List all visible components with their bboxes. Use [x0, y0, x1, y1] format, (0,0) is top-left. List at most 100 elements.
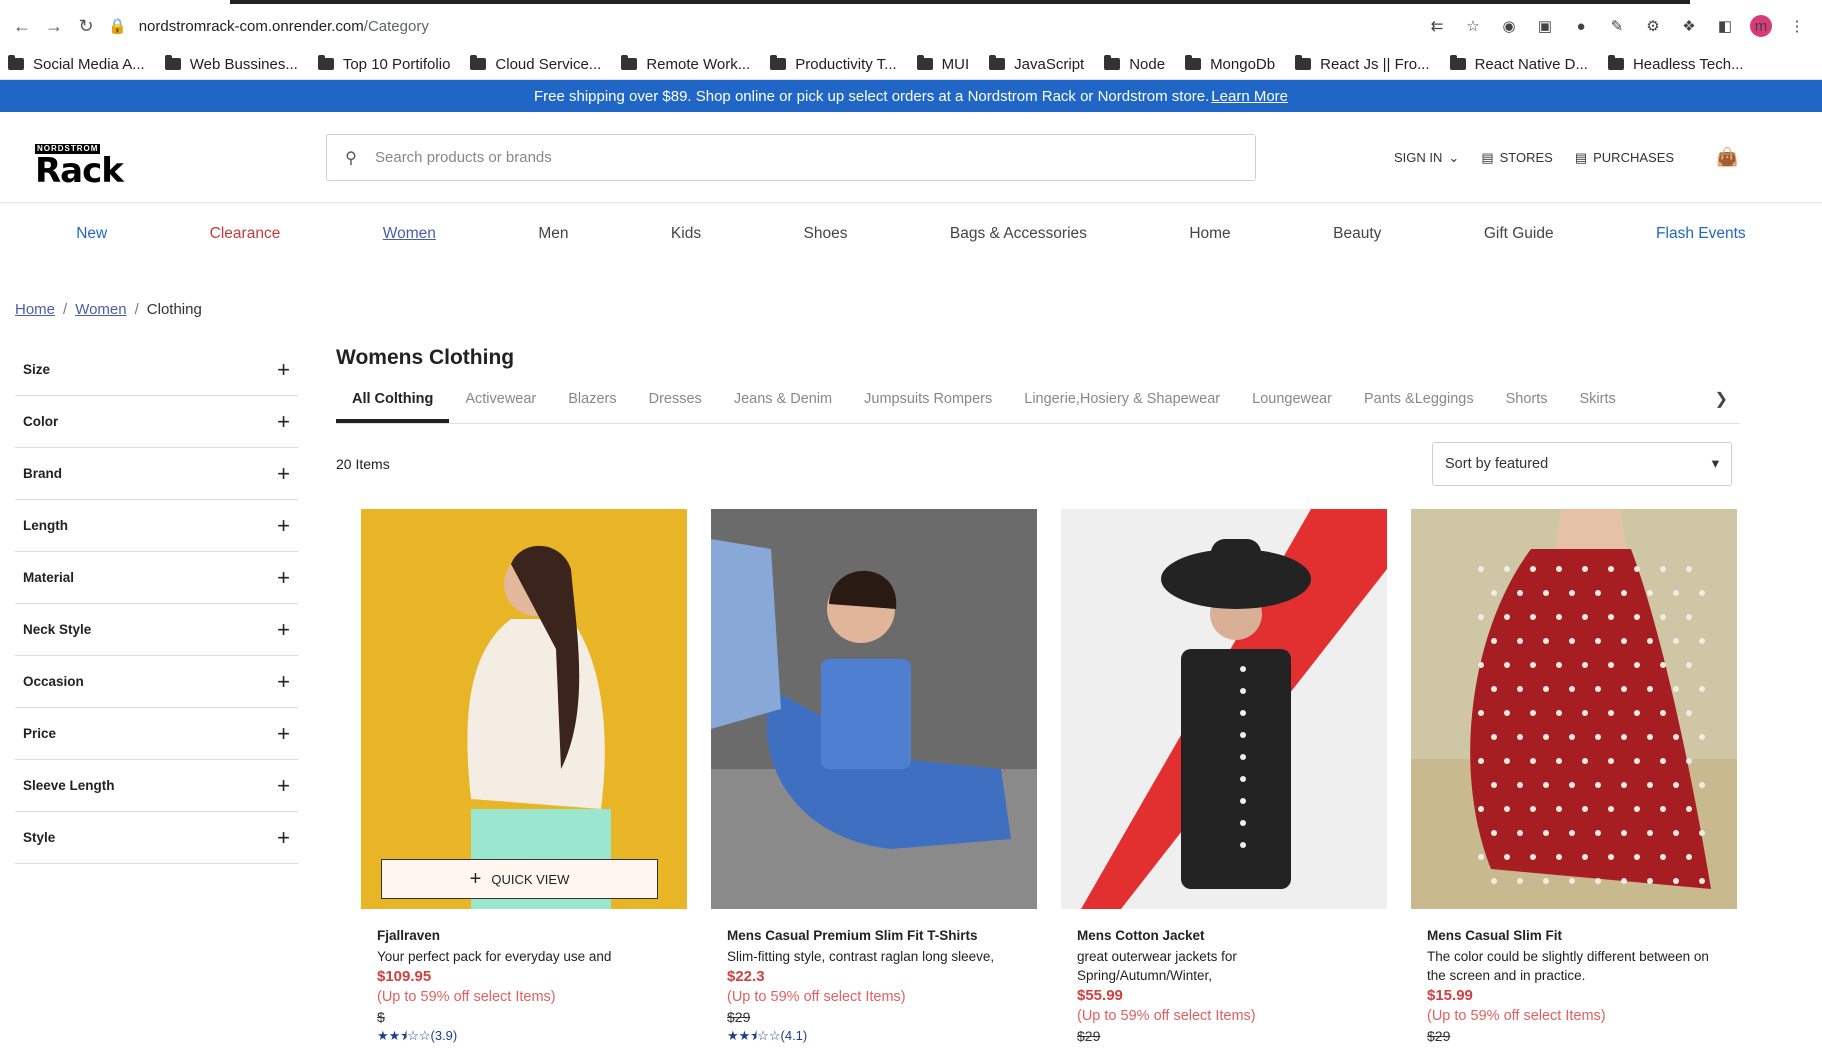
rack-logo[interactable]: NORDSTROM Rack	[35, 138, 147, 188]
back-icon[interactable]: ←	[6, 10, 38, 42]
plus-icon[interactable]: +	[277, 825, 290, 851]
quick-view-button[interactable]: + QUICK VIEW	[381, 859, 658, 899]
bookmark-item[interactable]: React Js || Fro...	[1295, 55, 1430, 73]
bookmark-item[interactable]: Top 10 Portifolio	[317, 55, 451, 73]
extension-icon[interactable]: ◉	[1498, 15, 1520, 37]
product-card[interactable]: Mens Cotton Jacket great outerwear jacket…	[1061, 509, 1387, 1049]
bookmark-label: Top 10 Portifolio	[342, 55, 451, 73]
product-photo[interactable]	[1411, 509, 1737, 909]
filter-color[interactable]: Color +	[15, 396, 298, 448]
avatar[interactable]: m	[1750, 15, 1772, 37]
product-photo[interactable]	[361, 509, 687, 909]
product-image[interactable]	[711, 509, 1037, 909]
tab-jumpsuits-rompers[interactable]: Jumpsuits Rompers	[848, 391, 1008, 423]
shopping-bag-icon[interactable]: 👜	[1716, 147, 1738, 168]
plus-icon[interactable]: +	[277, 617, 290, 643]
tab-pants-leggings[interactable]: Pants &Leggings	[1348, 391, 1490, 423]
bookmark-item[interactable]: Social Media A...	[8, 55, 145, 73]
filter-neck-style[interactable]: Neck Style +	[15, 604, 298, 656]
extension-icon[interactable]: ▣	[1534, 15, 1556, 37]
extension-icon[interactable]: ●	[1570, 15, 1592, 37]
filter-sidebar: Size + Color + Brand + Length + Material + Neck St…	[15, 344, 298, 864]
search-input[interactable]	[375, 135, 1255, 180]
bookmark-item[interactable]: MUI	[916, 55, 969, 73]
product-description: Your perfect pack for everyday use and	[377, 949, 612, 964]
product-image[interactable]: + QUICK VIEW	[361, 509, 687, 909]
plus-icon[interactable]: +	[277, 773, 290, 799]
bookmark-item[interactable]: Headless Tech...	[1607, 55, 1744, 73]
product-photo[interactable]	[711, 509, 1037, 909]
bookmark-item[interactable]: Cloud Service...	[470, 55, 601, 73]
plus-icon[interactable]: +	[277, 721, 290, 747]
nav-item-home[interactable]: Home	[1189, 225, 1230, 243]
filter-brand[interactable]: Brand +	[15, 448, 298, 500]
nav-item-women[interactable]: Women	[383, 225, 436, 243]
search-icon[interactable]: ⚲	[327, 148, 375, 168]
filter-price[interactable]: Price +	[15, 708, 298, 760]
bookmark-item[interactable]: Productivity T...	[770, 55, 897, 73]
plus-icon[interactable]: +	[277, 513, 290, 539]
nav-item-beauty[interactable]: Beauty	[1333, 225, 1381, 243]
tab-jeans-denim[interactable]: Jeans & Denim	[718, 391, 848, 423]
filter-size[interactable]: Size +	[15, 344, 298, 396]
plus-icon[interactable]: +	[277, 565, 290, 591]
extension-icon[interactable]: ⚙	[1642, 15, 1664, 37]
tab-activewear[interactable]: Activewear	[449, 391, 552, 423]
reload-icon[interactable]: ↻	[70, 10, 102, 42]
puzzle-icon[interactable]: ❖	[1678, 15, 1700, 37]
nav-item-gift-guide[interactable]: Gift Guide	[1484, 225, 1554, 243]
plus-icon[interactable]: +	[277, 357, 290, 383]
breadcrumb-home[interactable]: Home	[15, 301, 55, 318]
product-image[interactable]	[1411, 509, 1737, 909]
nav-item-flash-events[interactable]: Flash Events	[1656, 225, 1746, 243]
product-card[interactable]: Mens Casual Slim Fit The color could be s…	[1411, 509, 1737, 1049]
tab-all-colthing[interactable]: All Colthing	[336, 391, 450, 423]
tab-dresses[interactable]: Dresses	[633, 391, 718, 423]
forward-icon[interactable]: →	[38, 10, 70, 42]
bookmark-item[interactable]: Web Bussines...	[164, 55, 298, 73]
plus-icon[interactable]: +	[277, 669, 290, 695]
nav-item-shoes[interactable]: Shoes	[804, 225, 848, 243]
filter-sleeve-length[interactable]: Sleeve Length +	[15, 760, 298, 812]
menu-icon[interactable]: ⋮	[1786, 15, 1808, 37]
filter-material[interactable]: Material +	[15, 552, 298, 604]
sidepanel-icon[interactable]: ◧	[1714, 15, 1736, 37]
product-image[interactable]	[1061, 509, 1387, 909]
tab-loungewear[interactable]: Loungewear	[1236, 391, 1348, 423]
star-icon[interactable]: ☆	[1462, 15, 1484, 37]
bookmark-item[interactable]: React Native D...	[1449, 55, 1588, 73]
tab-shorts[interactable]: Shorts	[1490, 391, 1564, 423]
share-icon[interactable]: ⇇	[1426, 15, 1448, 37]
header-actions: SIGN IN ⌄ ▤ STORES ▤ PURCHASES 👜	[1394, 147, 1738, 168]
product-name: Mens Casual Premium Slim Fit T-Shirts	[727, 928, 978, 943]
plus-icon[interactable]: +	[277, 461, 290, 487]
bookmark-item[interactable]: Node	[1104, 55, 1165, 73]
nav-item-clearance[interactable]: Clearance	[210, 225, 281, 243]
learn-more-link[interactable]: Learn More	[1211, 88, 1288, 105]
address-bar[interactable]: 🔒 nordstromrack-com.onrender.com/Categor…	[108, 10, 429, 42]
nav-item-men[interactable]: Men	[538, 225, 568, 243]
purchases-button[interactable]: ▤ PURCHASES	[1575, 150, 1674, 166]
breadcrumb-women[interactable]: Women	[75, 301, 126, 318]
nav-item-kids[interactable]: Kids	[671, 225, 701, 243]
tab-lingerie-hosiery-shapewear[interactable]: Lingerie,Hosiery & Shapewear	[1008, 391, 1236, 423]
stores-button[interactable]: ▤ STORES	[1481, 150, 1553, 166]
chevron-right-icon[interactable]: ❯	[1715, 389, 1728, 409]
product-photo[interactable]	[1061, 509, 1387, 909]
bookmark-item[interactable]: Remote Work...	[621, 55, 750, 73]
product-card[interactable]: + QUICK VIEW Fjallraven Your perfect pack f…	[361, 509, 687, 1049]
tab-skirts[interactable]: Skirts	[1564, 391, 1632, 423]
bookmark-item[interactable]: JavaScript	[989, 55, 1084, 73]
filter-occasion[interactable]: Occasion +	[15, 656, 298, 708]
sign-in-button[interactable]: SIGN IN ⌄	[1394, 150, 1459, 166]
filter-length[interactable]: Length +	[15, 500, 298, 552]
sort-select[interactable]: Sort by featured ▾	[1432, 442, 1732, 486]
plus-icon[interactable]: +	[277, 409, 290, 435]
nav-item-new[interactable]: New	[76, 225, 107, 243]
product-card[interactable]: Mens Casual Premium Slim Fit T-Shirts Sli…	[711, 509, 1037, 1049]
filter-style[interactable]: Style +	[15, 812, 298, 864]
extension-icon[interactable]: ✎	[1606, 15, 1628, 37]
tab-blazers[interactable]: Blazers	[552, 391, 632, 423]
nav-item-bags-accessories[interactable]: Bags & Accessories	[950, 225, 1087, 243]
bookmark-item[interactable]: MongoDb	[1185, 55, 1275, 73]
